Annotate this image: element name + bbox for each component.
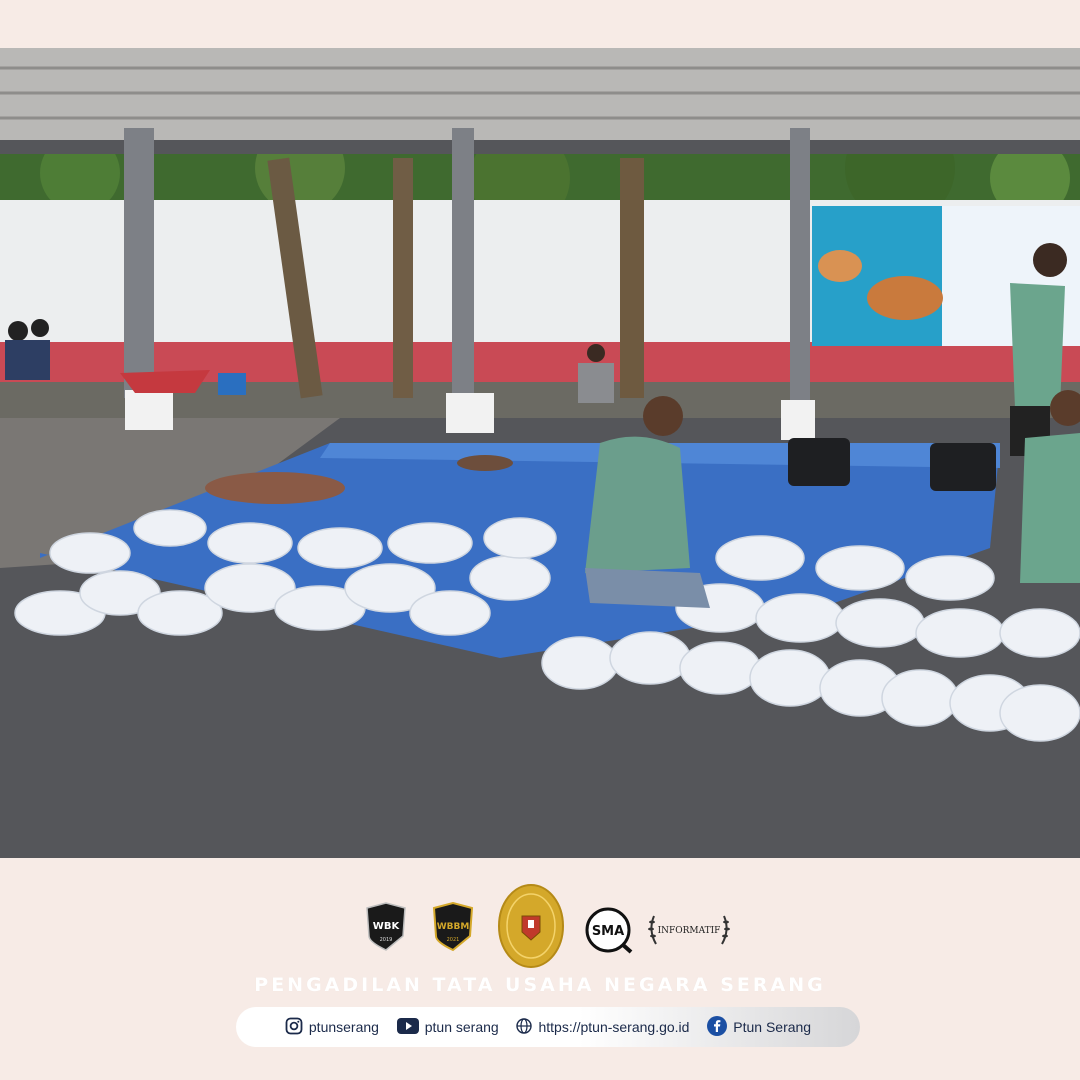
gold-seal — [498, 884, 564, 973]
youtube-icon — [396, 1017, 419, 1037]
informatif-label: INFORMATIF — [658, 926, 721, 936]
logo-row: WBK 2019 WBBM 2021 SMA INFORMATIF — [0, 884, 1080, 974]
youtube-handle: ptun serang — [424, 1019, 499, 1035]
footer: WBK 2019 WBBM 2021 SMA INFORMATIF PENGAD… — [0, 858, 1080, 1080]
facebook-icon — [707, 1015, 728, 1039]
sma-label: SMA — [592, 924, 624, 939]
wbbm-label: WBBM — [437, 922, 470, 932]
wbbm-badge: WBBM 2021 — [430, 901, 476, 957]
informatif-award: INFORMATIF — [646, 912, 732, 953]
wbbm-year: 2021 — [447, 937, 460, 943]
website-link[interactable]: https://ptun-serang.go.id — [516, 1017, 690, 1037]
sma-logo: SMA — [584, 906, 634, 961]
instagram-link[interactable]: ptunserang — [285, 1017, 379, 1038]
youtube-link[interactable]: ptun serang — [396, 1017, 499, 1037]
institution-name: PENGADILAN TATA USAHA NEGARA SERANG — [254, 974, 826, 996]
top-band — [0, 0, 1080, 48]
event-photo — [0, 48, 1080, 858]
facebook-handle: Ptun Serang — [733, 1019, 812, 1035]
website-url: https://ptun-serang.go.id — [538, 1019, 690, 1035]
facebook-link[interactable]: Ptun Serang — [707, 1015, 812, 1039]
wbk-year: 2019 — [380, 937, 393, 943]
instagram-handle: ptunserang — [308, 1019, 379, 1035]
social-bar: ptunserang ptun serang https://ptun-sera… — [236, 1007, 860, 1047]
wbk-label: WBK — [373, 921, 401, 932]
globe-icon — [516, 1017, 533, 1037]
instagram-icon — [285, 1017, 303, 1038]
wbk-badge: WBK 2019 — [363, 902, 409, 957]
